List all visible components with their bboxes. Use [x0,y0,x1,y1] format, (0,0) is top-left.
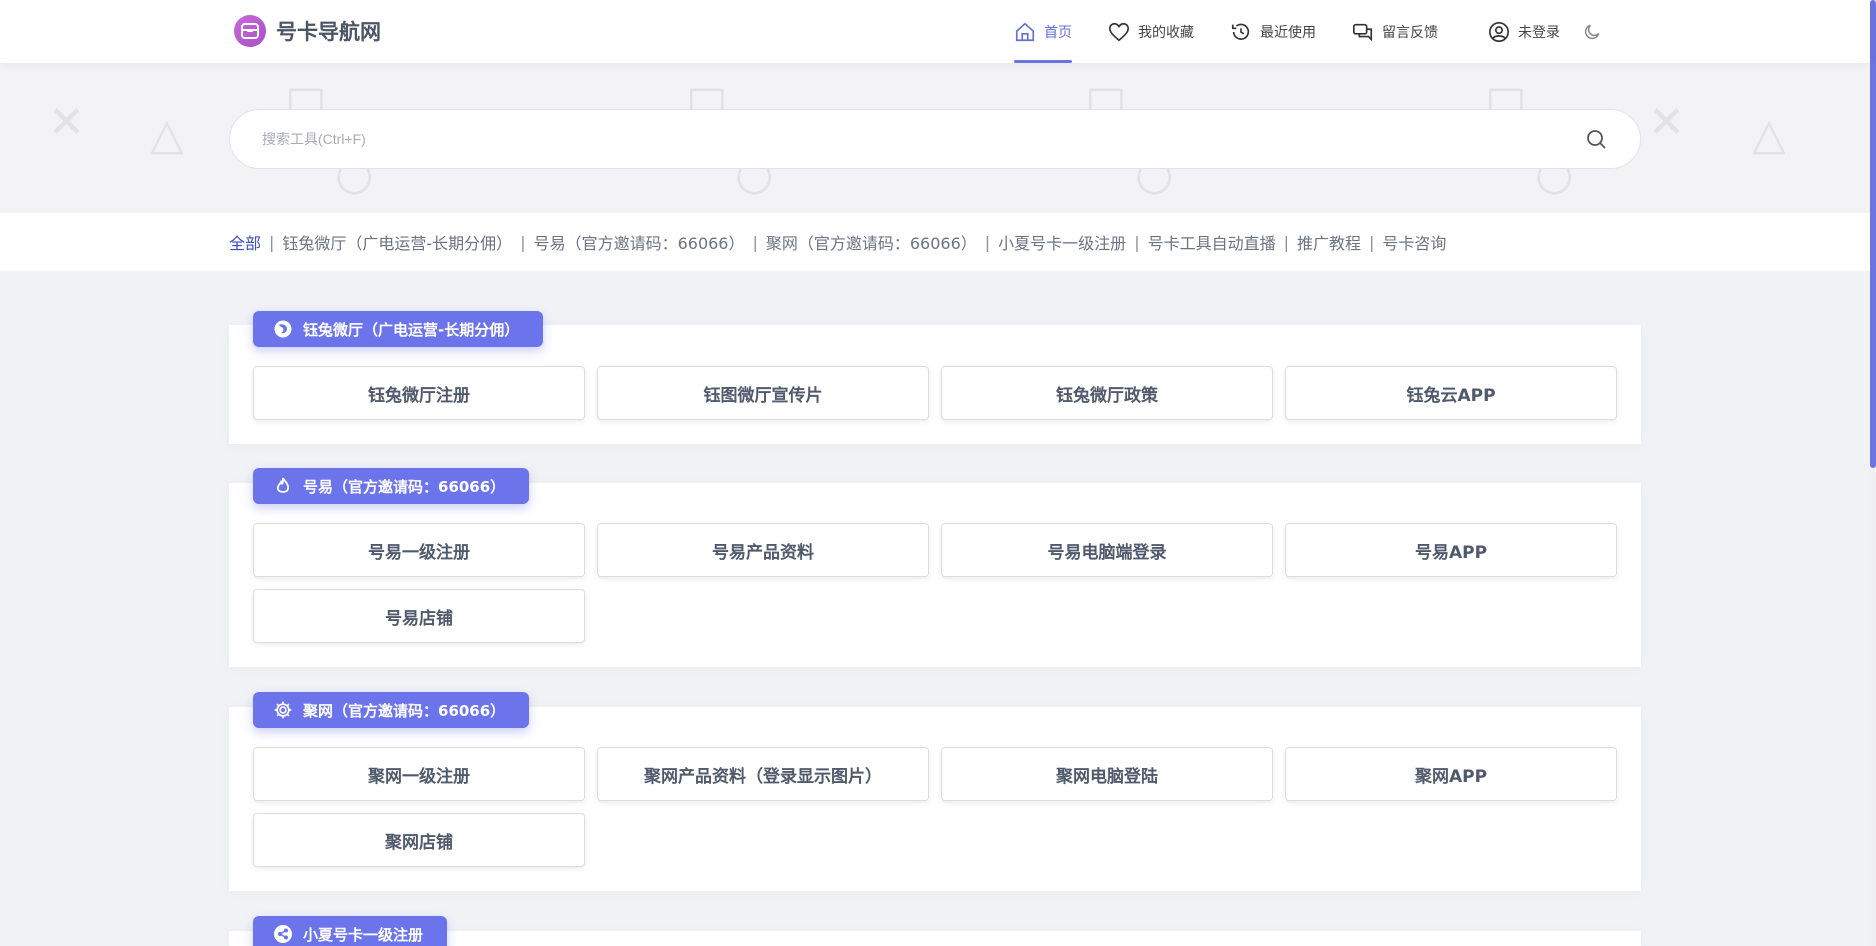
nav-favorites-label: 我的收藏 [1138,24,1194,41]
heart-icon [1109,22,1129,41]
gear-icon [273,700,293,720]
moon-icon [1584,24,1600,39]
filter-separator: | [1283,232,1289,252]
filter-separator: | [1134,232,1140,252]
link-card[interactable]: 号易店铺 [253,589,585,643]
section-title-label: 钰兔微厅（广电运营-长期分佣） [303,320,520,339]
filter-xiaoxia[interactable]: 小夏号卡一级注册 [998,230,1126,254]
category-filter-bar: 全部 | 钰兔微厅（广电运营-长期分佣） | 号易（官方邀请码：66066） |… [0,213,1870,271]
link-card[interactable]: 钰图微厅宣传片 [597,366,929,420]
nav-home-label: 首页 [1044,24,1072,41]
link-card[interactable]: 钰兔微厅政策 [941,366,1273,420]
filter-separator: | [984,232,991,252]
filter-all[interactable]: 全部 [229,230,261,254]
link-card[interactable]: 号易一级注册 [253,523,585,577]
share-icon [273,924,293,944]
link-card[interactable]: 聚网店铺 [253,813,585,867]
filter-tutorial[interactable]: 推广教程 [1297,230,1361,254]
nav-feedback[interactable]: 留言反馈 [1352,0,1438,63]
section-title-haoyi: 号易（官方邀请码：66066） [253,468,530,504]
filter-haoyi[interactable]: 号易（官方邀请码：66066） [534,230,745,254]
triangle-decoration: △ [150,109,184,160]
nav-home[interactable]: 首页 [1014,0,1072,63]
section-title-yutu: 钰兔微厅（广电运营-长期分佣） [253,311,544,347]
logo-icon [234,15,266,47]
filter-juwang[interactable]: 聚网（官方邀请码：66066） [766,230,977,254]
home-icon [1015,22,1035,41]
nav-feedback-label: 留言反馈 [1382,24,1438,41]
nav-favorites[interactable]: 我的收藏 [1108,0,1194,63]
link-card[interactable]: 号易产品资料 [597,523,929,577]
cross-decoration: ✕ [1648,97,1685,148]
user-icon [1489,21,1509,42]
section-title-label: 小夏号卡一级注册 [303,925,424,944]
site-name: 号卡导航网 [276,20,381,44]
site-logo[interactable]: 号卡导航网 [234,15,381,47]
section-title-xiaoxia: 小夏号卡一级注册 [253,916,448,946]
link-card[interactable]: 聚网产品资料（登录显示图片） [597,747,929,801]
scrollbar-thumb[interactable] [1870,0,1876,468]
search-banner: ✕ △ □ ○ □ ○ □ ○ □ ○ ✕ △ [0,63,1870,213]
link-card[interactable]: 号易APP [1285,523,1617,577]
search-box [229,109,1641,169]
main-nav: 首页 我的收藏 最近使用 留言反馈 未登录 [1014,0,1602,63]
dark-mode-toggle[interactable] [1582,0,1602,63]
filter-separator: | [752,232,758,252]
section-haoyi: 号易一级注册 号易产品资料 号易电脑端登录 号易APP 号易店铺 [229,483,1641,667]
section-title-label: 号易（官方邀请码：66066） [303,477,506,496]
flame-icon [273,476,293,496]
history-icon [1231,23,1250,40]
search-icon[interactable] [1584,127,1608,151]
link-card[interactable]: 钰兔微厅注册 [253,366,585,420]
section-title-label: 聚网（官方邀请码：66066） [303,701,506,720]
nav-recent[interactable]: 最近使用 [1230,0,1316,63]
link-card[interactable]: 号易电脑端登录 [941,523,1273,577]
link-card[interactable]: 钰兔云APP [1285,366,1617,420]
filter-yutu[interactable]: 钰兔微厅（广电运营-长期分佣） [282,230,512,254]
nav-login-label: 未登录 [1518,24,1560,41]
cross-decoration: ✕ [48,97,85,148]
filter-consult[interactable]: 号卡咨询 [1382,230,1446,254]
top-header: 号卡导航网 首页 我的收藏 最近使用 留言反馈 未登录 [0,0,1870,63]
filter-separator: | [520,232,526,252]
filter-separator: | [269,232,275,252]
nav-recent-label: 最近使用 [1260,24,1316,41]
triangle-decoration: △ [1752,109,1786,160]
link-card[interactable]: 聚网APP [1285,747,1617,801]
nav-login[interactable]: 未登录 [1488,0,1560,63]
link-card[interactable]: 聚网电脑登陆 [941,747,1273,801]
chat-icon [1353,23,1373,41]
link-card[interactable]: 聚网一级注册 [253,747,585,801]
section-juwang: 聚网一级注册 聚网产品资料（登录显示图片） 聚网电脑登陆 聚网APP 聚网店铺 [229,707,1641,891]
filter-live-tool[interactable]: 号卡工具自动直播 [1148,230,1276,254]
search-input[interactable] [262,131,1584,147]
firefox-icon [273,319,293,339]
filter-separator: | [1369,232,1375,252]
section-title-juwang: 聚网（官方邀请码：66066） [253,692,530,728]
